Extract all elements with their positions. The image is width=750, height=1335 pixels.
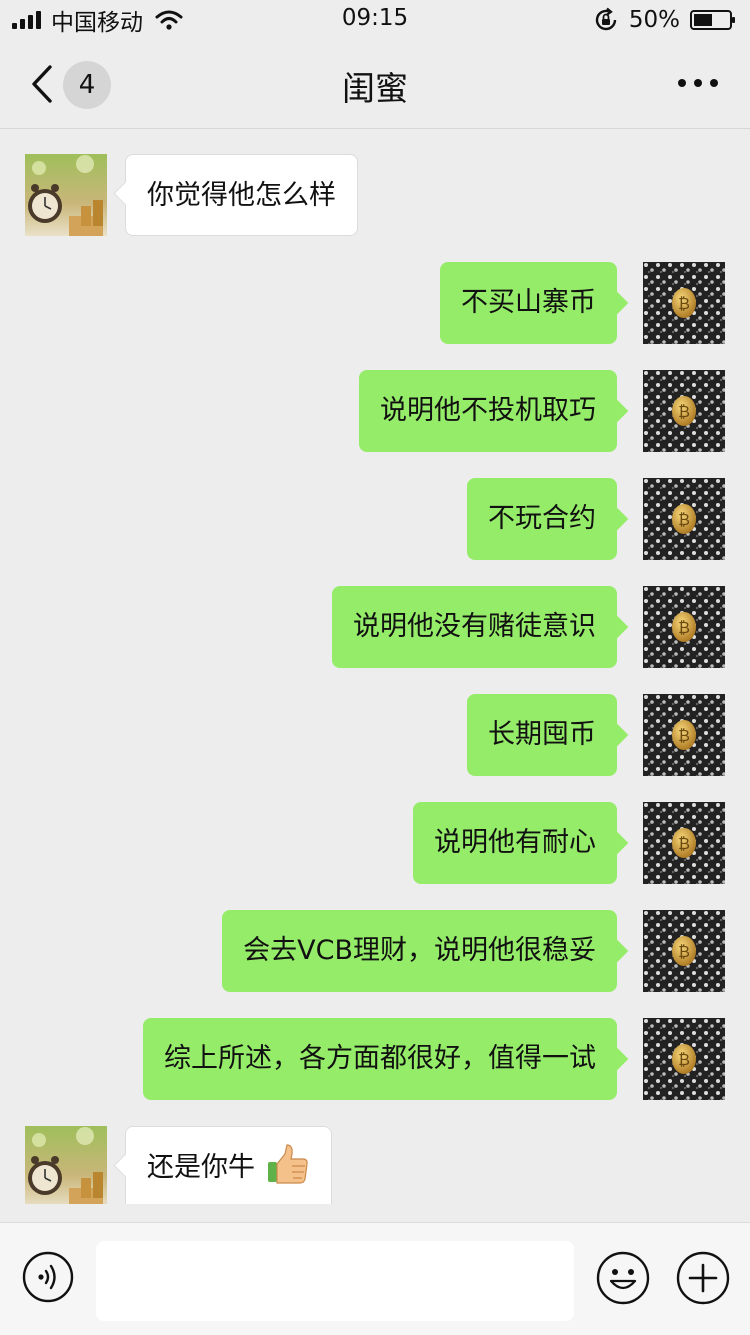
message-row: 说明他不投机取巧 ₿ (0, 370, 750, 452)
message-text: 还是你牛 (147, 1152, 255, 1183)
more-functions-button[interactable] (676, 1251, 730, 1305)
svg-text:₿: ₿ (678, 1050, 690, 1069)
message-text: 不买山寨币 (461, 287, 596, 318)
battery-icon (690, 10, 735, 30)
message-row: 说明他没有赌徒意识 ₿ (0, 586, 750, 668)
message-row: 你觉得他怎么样 (0, 154, 750, 236)
thumbs-up-icon (267, 1144, 308, 1184)
message-row: 综上所述，各方面都很好，值得一试 ₿ (0, 1018, 750, 1100)
more-dots-icon (678, 79, 686, 87)
message-text: 不玩合约 (488, 503, 596, 534)
svg-text:₿: ₿ (678, 510, 690, 529)
my-avatar[interactable]: ₿ (643, 1018, 725, 1100)
outgoing-message-bubble[interactable]: 说明他没有赌徒意识 (332, 586, 617, 668)
chat-title: 闺蜜 (342, 69, 408, 108)
my-avatar[interactable]: ₿ (643, 586, 725, 668)
message-row: 说明他有耐心 ₿ (0, 802, 750, 884)
message-text: 综上所述，各方面都很好，值得一试 (164, 1043, 596, 1074)
message-input-bar (0, 1222, 750, 1335)
emoji-button[interactable] (596, 1251, 650, 1305)
svg-text:₿: ₿ (678, 942, 690, 961)
my-avatar[interactable]: ₿ (643, 802, 725, 884)
outgoing-message-bubble[interactable]: 不玩合约 (467, 478, 617, 560)
my-avatar[interactable]: ₿ (643, 694, 725, 776)
voice-input-button[interactable] (22, 1251, 74, 1303)
my-avatar[interactable]: ₿ (643, 370, 725, 452)
outgoing-message-bubble[interactable]: 说明他有耐心 (413, 802, 617, 884)
chat-header: 4 闺蜜 (0, 40, 750, 129)
outgoing-message-bubble[interactable]: 说明他不投机取巧 (359, 370, 617, 452)
outgoing-message-bubble[interactable]: 会去VCB理财，说明他很稳妥 (222, 910, 617, 992)
contact-avatar[interactable] (25, 154, 107, 236)
more-options-button[interactable] (678, 76, 718, 90)
svg-text:₿: ₿ (678, 834, 690, 853)
message-text: 你觉得他怎么样 (147, 180, 336, 211)
incoming-message-bubble[interactable]: 你觉得他怎么样 (125, 154, 358, 236)
message-row: 不玩合约 ₿ (0, 478, 750, 560)
status-bar: 中国移动 09:15 50% (0, 0, 750, 40)
my-avatar[interactable]: ₿ (643, 910, 725, 992)
message-row: 不买山寨币 ₿ (0, 262, 750, 344)
outgoing-message-bubble[interactable]: 综上所述，各方面都很好，值得一试 (143, 1018, 617, 1100)
status-right: 50% (593, 6, 736, 34)
rotation-lock-icon (595, 7, 617, 31)
svg-text:₿: ₿ (678, 618, 690, 637)
incoming-message-bubble[interactable]: 还是你牛 (125, 1126, 332, 1204)
message-text: 会去VCB理财，说明他很稳妥 (243, 935, 596, 966)
message-row: 会去VCB理财，说明他很稳妥 ₿ (0, 910, 750, 992)
outgoing-message-bubble[interactable]: 长期囤币 (467, 694, 617, 776)
message-text: 说明他不投机取巧 (380, 395, 596, 426)
svg-text:₿: ₿ (678, 294, 690, 313)
contact-avatar[interactable] (25, 1126, 107, 1204)
message-row: 长期囤币 ₿ (0, 694, 750, 776)
my-avatar[interactable]: ₿ (643, 262, 725, 344)
message-text: 说明他有耐心 (434, 827, 596, 858)
outgoing-message-bubble[interactable]: 不买山寨币 (440, 262, 617, 344)
battery-percentage: 50% (628, 7, 680, 33)
message-row: 还是你牛 (0, 1126, 750, 1204)
my-avatar[interactable]: ₿ (643, 478, 725, 560)
message-text-input[interactable] (96, 1241, 574, 1321)
svg-text:₿: ₿ (678, 402, 690, 421)
message-text: 说明他没有赌徒意识 (353, 611, 596, 642)
message-text: 长期囤币 (488, 719, 596, 750)
svg-text:₿: ₿ (678, 726, 690, 745)
